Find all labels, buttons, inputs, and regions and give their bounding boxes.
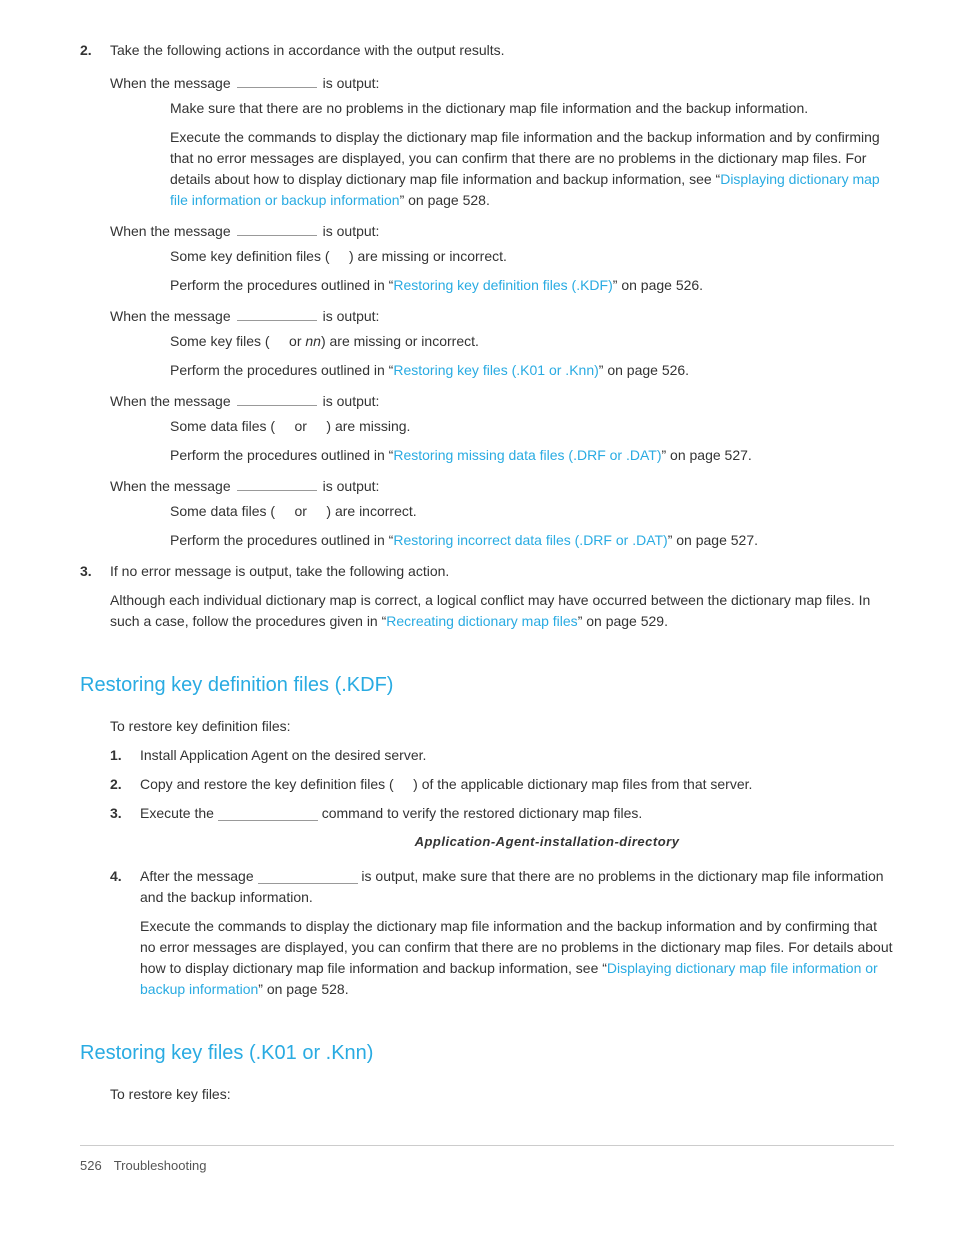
section1-step-4-number: 4.: [110, 866, 140, 1008]
when-3-line2: Perform the procedures outlined in “Rest…: [170, 360, 894, 381]
section1-intro: To restore key definition files:: [110, 716, 894, 737]
step-2-text: Take the following actions in accordance…: [110, 40, 894, 61]
when-4-content: Some data files ( or ) are missing. Perf…: [170, 416, 894, 466]
when-block-2: When the message is output: Some key def…: [110, 221, 894, 296]
footer-page-number: 526: [80, 1156, 102, 1176]
when-suffix-5: is output:: [323, 476, 380, 497]
message-placeholder-2: [237, 222, 317, 236]
step-3: 3. If no error message is output, take t…: [80, 561, 894, 640]
when-message-row-2: When the message is output:: [110, 221, 894, 242]
step-3-body-suffix: ” on page 529.: [578, 613, 668, 629]
when-block-4: When the message is output: Some data fi…: [110, 391, 894, 466]
step-2-number: 2.: [80, 40, 110, 61]
when-2-line2-prefix: Perform the procedures outlined in “: [170, 277, 393, 293]
when-block-5: When the message is output: Some data fi…: [110, 476, 894, 551]
when-message-row-4: When the message is output:: [110, 391, 894, 412]
when-message-row-1: When the message is output:: [110, 73, 894, 94]
section1-step-3-prefix: Execute the: [140, 805, 214, 821]
link-restoring-kdf[interactable]: Restoring key definition files (.KDF): [393, 277, 612, 293]
when-label-5: When the message: [110, 476, 231, 497]
link-recreating-dict[interactable]: Recreating dictionary map files: [386, 613, 577, 629]
link-restoring-k01[interactable]: Restoring key files (.K01 or .Knn): [393, 362, 598, 378]
footer: 526 Troubleshooting: [80, 1145, 894, 1176]
when-block-3: When the message is output: Some key fil…: [110, 306, 894, 381]
step-3-number: 3.: [80, 561, 110, 640]
section1-step-4-body: Execute the commands to display the dict…: [140, 916, 894, 1000]
when-1-content-1: Make sure that there are no problems in …: [170, 98, 894, 211]
when-1-para-1: Make sure that there are no problems in …: [170, 98, 894, 119]
link-restoring-missing-drf[interactable]: Restoring missing data files (.DRF or .D…: [393, 447, 661, 463]
section1-step-4-text: After the message is output, make sure t…: [140, 866, 894, 908]
step-3-content: If no error message is output, take the …: [110, 561, 894, 640]
when-4-line1: Some data files ( or ) are missing.: [170, 416, 894, 437]
when-3-line2-suffix: ” on page 526.: [599, 362, 689, 378]
when-5-line1: Some data files ( or ) are incorrect.: [170, 501, 894, 522]
when-4-line2-suffix: ” on page 527.: [661, 447, 751, 463]
when-suffix-3: is output:: [323, 306, 380, 327]
when-2-content: Some key definition files ( ) are missin…: [170, 246, 894, 296]
when-4-line2-prefix: Perform the procedures outlined in “: [170, 447, 393, 463]
section1-step-3-content: Execute the command to verify the restor…: [140, 803, 894, 858]
when-4-line2: Perform the procedures outlined in “Rest…: [170, 445, 894, 466]
section1-step-4-prefix: After the message: [140, 868, 254, 884]
step-3-text: If no error message is output, take the …: [110, 561, 894, 582]
message-placeholder-3: [237, 307, 317, 321]
when-5-line2-suffix: ” on page 527.: [668, 532, 758, 548]
when-3-line1: Some key files ( or nn) are missing or i…: [170, 331, 894, 352]
section1-step-3-text: Execute the command to verify the restor…: [140, 803, 894, 824]
when-2-line1: Some key definition files ( ) are missin…: [170, 246, 894, 267]
when-label-4: When the message: [110, 391, 231, 412]
when-3-line1-suffix: ) are missing or incorrect.: [321, 333, 479, 349]
section1-step-2: 2. Copy and restore the key definition f…: [110, 774, 894, 795]
when-3-content: Some key files ( or nn) are missing or i…: [170, 331, 894, 381]
when-suffix-2: is output:: [323, 221, 380, 242]
when-2-line2: Perform the procedures outlined in “Rest…: [170, 275, 894, 296]
section1-step-3-number: 3.: [110, 803, 140, 858]
when-3-line1-prefix: Some key files ( or: [170, 333, 305, 349]
section1-heading: Restoring key definition files (.KDF): [80, 670, 894, 700]
section1-step-4-content: After the message is output, make sure t…: [140, 866, 894, 1008]
section1-step-4-link-suffix: ” on page 528.: [258, 981, 348, 997]
footer-label: Troubleshooting: [114, 1156, 207, 1176]
when-label-3: When the message: [110, 306, 231, 327]
when-5-line2: Perform the procedures outlined in “Rest…: [170, 530, 894, 551]
when-suffix-4: is output:: [323, 391, 380, 412]
message-placeholder-4: [237, 392, 317, 406]
when-3-line2-prefix: Perform the procedures outlined in “: [170, 362, 393, 378]
section1-step-4-msg-placeholder: [258, 870, 358, 884]
when-suffix-1: is output:: [323, 73, 380, 94]
section2-heading: Restoring key files (.K01 or .Knn): [80, 1038, 894, 1068]
when-message-row-3: When the message is output:: [110, 306, 894, 327]
when-message-row-5: When the message is output:: [110, 476, 894, 497]
when-label-1: When the message: [110, 73, 231, 94]
when-5-line2-prefix: Perform the procedures outlined in “: [170, 532, 393, 548]
section1-step-2-number: 2.: [110, 774, 140, 795]
when-label-2: When the message: [110, 221, 231, 242]
when-5-content: Some data files ( or ) are incorrect. Pe…: [170, 501, 894, 551]
when-2-line2-suffix: ” on page 526.: [613, 277, 703, 293]
step-3-body: Although each individual dictionary map …: [110, 590, 894, 632]
when-3-line1-italic: nn: [305, 333, 321, 349]
section1-step-3: 3. Execute the command to verify the res…: [110, 803, 894, 858]
section1-step-3-suffix: command to verify the restored dictionar…: [322, 805, 643, 821]
step-2-intro: 2. Take the following actions in accorda…: [80, 40, 894, 61]
section1-step-1-number: 1.: [110, 745, 140, 766]
link-restoring-incorrect-drf[interactable]: Restoring incorrect data files (.DRF or …: [393, 532, 667, 548]
section1-step-3-cmd-placeholder: [218, 807, 318, 821]
message-placeholder-5: [237, 477, 317, 491]
section1-step-2-text: Copy and restore the key definition file…: [140, 774, 894, 795]
message-placeholder-1: [237, 74, 317, 88]
when-1-para-2: Execute the commands to display the dict…: [170, 127, 894, 211]
section1-step-1-text: Install Application Agent on the desired…: [140, 745, 894, 766]
section1-step-3-italic: Application-Agent-installation-directory: [200, 832, 894, 852]
section1-step-1: 1. Install Application Agent on the desi…: [110, 745, 894, 766]
when-1-link-suffix: ” on page 528.: [400, 192, 490, 208]
section2-intro: To restore key files:: [110, 1084, 894, 1105]
when-block-1: When the message is output: Make sure th…: [110, 73, 894, 211]
section1-step-4: 4. After the message is output, make sur…: [110, 866, 894, 1008]
